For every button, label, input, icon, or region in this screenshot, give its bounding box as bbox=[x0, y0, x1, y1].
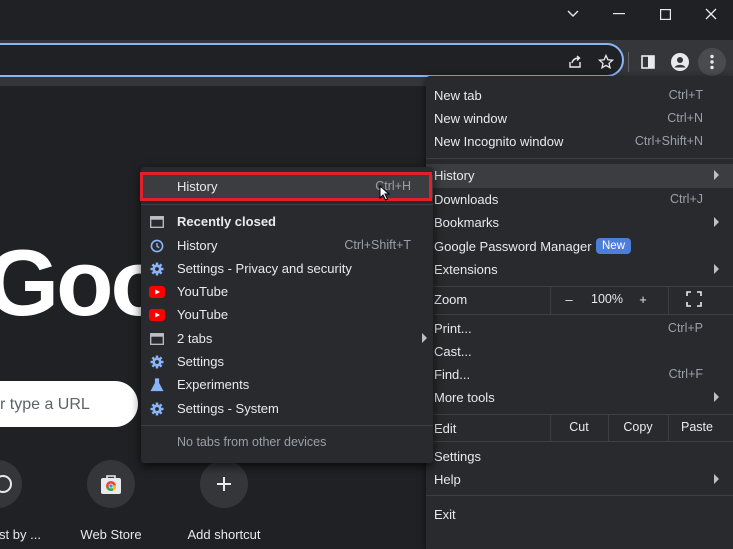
submenu-item-settings-system[interactable]: Settings - System bbox=[141, 397, 433, 420]
menu-item-cast[interactable]: Cast... bbox=[426, 340, 733, 363]
minimize-icon[interactable] bbox=[596, 0, 642, 28]
menu-item-settings[interactable]: Settings bbox=[426, 445, 733, 468]
zoom-level: 100% bbox=[591, 292, 623, 306]
menu-item-new-incognito[interactable]: New Incognito window Ctrl+Shift+N bbox=[426, 130, 733, 153]
youtube-icon bbox=[149, 284, 165, 300]
menu-divider bbox=[426, 414, 733, 415]
new-badge: New bbox=[596, 238, 632, 254]
menu-item-extensions[interactable]: Extensions bbox=[426, 258, 733, 281]
submenu-item-experiments[interactable]: Experiments bbox=[141, 373, 433, 396]
submenu-no-tabs-text: No tabs from other devices bbox=[177, 435, 327, 449]
search-placeholder: r type a URL bbox=[0, 396, 90, 413]
window-icon bbox=[149, 331, 165, 347]
submenu-item-youtube-1[interactable]: YouTube bbox=[141, 280, 433, 303]
menu-item-password-manager[interactable]: Google Password Manager New bbox=[426, 235, 733, 258]
chevron-down-icon[interactable] bbox=[550, 0, 596, 28]
menu-item-help[interactable]: Help bbox=[426, 468, 733, 491]
side-panel-icon[interactable] bbox=[634, 48, 662, 76]
flask-icon bbox=[149, 377, 165, 393]
settings-gear-icon bbox=[149, 401, 165, 417]
plus-icon bbox=[217, 477, 231, 491]
menu-item-bookmarks[interactable]: Bookmarks bbox=[426, 211, 733, 234]
menu-divider bbox=[426, 314, 733, 315]
menu-divider bbox=[426, 441, 733, 442]
submenu-item-youtube-2[interactable]: YouTube bbox=[141, 303, 433, 326]
shortcut-tile-web-store[interactable] bbox=[87, 460, 135, 508]
web-store-icon bbox=[101, 475, 121, 494]
menu-item-downloads[interactable]: Downloads Ctrl+J bbox=[426, 188, 733, 211]
settings-gear-icon bbox=[149, 354, 165, 370]
chevron-right-icon bbox=[714, 392, 719, 402]
window-icon bbox=[149, 214, 165, 230]
submenu-divider bbox=[141, 425, 433, 426]
menu-item-exit[interactable]: Exit bbox=[426, 503, 733, 526]
menu-item-new-window[interactable]: New window Ctrl+N bbox=[426, 107, 733, 130]
cut-button[interactable]: Cut bbox=[551, 420, 607, 434]
menu-divider bbox=[426, 495, 733, 496]
chevron-right-icon bbox=[422, 333, 427, 343]
submenu-item-settings[interactable]: Settings bbox=[141, 350, 433, 373]
settings-gear-icon bbox=[149, 261, 165, 277]
submenu-item-closed-history[interactable]: History Ctrl+Shift+T bbox=[141, 234, 433, 257]
menu-divider bbox=[426, 158, 733, 159]
paste-button[interactable]: Paste bbox=[669, 420, 725, 434]
fullscreen-icon[interactable] bbox=[686, 291, 702, 307]
zoom-divider bbox=[550, 286, 551, 314]
menu-item-print[interactable]: Print... Ctrl+P bbox=[426, 317, 733, 340]
mouse-cursor-icon bbox=[379, 185, 391, 201]
zoom-out-button[interactable]: – bbox=[560, 292, 578, 307]
submenu-recently-closed-header: Recently closed bbox=[141, 210, 433, 233]
shortcut-label-web-store: Web Store bbox=[80, 527, 142, 542]
close-icon[interactable] bbox=[688, 0, 733, 28]
add-shortcut-button[interactable] bbox=[200, 460, 248, 508]
menu-item-history[interactable]: History bbox=[426, 164, 733, 188]
zoom-in-button[interactable]: + bbox=[634, 292, 652, 307]
submenu-item-2-tabs[interactable]: 2 tabs bbox=[141, 327, 433, 350]
history-icon bbox=[149, 238, 165, 254]
submenu-item-settings-privacy[interactable]: Settings - Privacy and security bbox=[141, 257, 433, 280]
submenu-divider bbox=[141, 204, 433, 205]
share-icon[interactable] bbox=[561, 48, 589, 76]
omnibox[interactable] bbox=[0, 43, 624, 77]
copy-button[interactable]: Copy bbox=[609, 420, 667, 434]
chevron-right-icon bbox=[714, 170, 719, 180]
zoom-divider bbox=[668, 286, 669, 314]
menu-item-more-tools[interactable]: More tools bbox=[426, 386, 733, 409]
add-shortcut-label: Add shortcut bbox=[187, 527, 261, 542]
shortcut-icon bbox=[0, 475, 12, 493]
star-icon[interactable] bbox=[592, 48, 620, 76]
maximize-icon[interactable] bbox=[642, 0, 688, 28]
chevron-right-icon bbox=[714, 474, 719, 484]
youtube-icon bbox=[149, 307, 165, 323]
menu-divider bbox=[426, 286, 733, 287]
more-vert-icon[interactable] bbox=[698, 48, 726, 76]
chevron-right-icon bbox=[714, 264, 719, 274]
menu-item-find[interactable]: Find... Ctrl+F bbox=[426, 363, 733, 386]
chevron-right-icon bbox=[714, 217, 719, 227]
toolbar-divider bbox=[628, 52, 629, 72]
profile-icon[interactable] bbox=[666, 48, 694, 76]
menu-item-new-tab[interactable]: New tab Ctrl+T bbox=[426, 84, 733, 107]
shortcut-label-1: st by ... bbox=[0, 527, 41, 542]
